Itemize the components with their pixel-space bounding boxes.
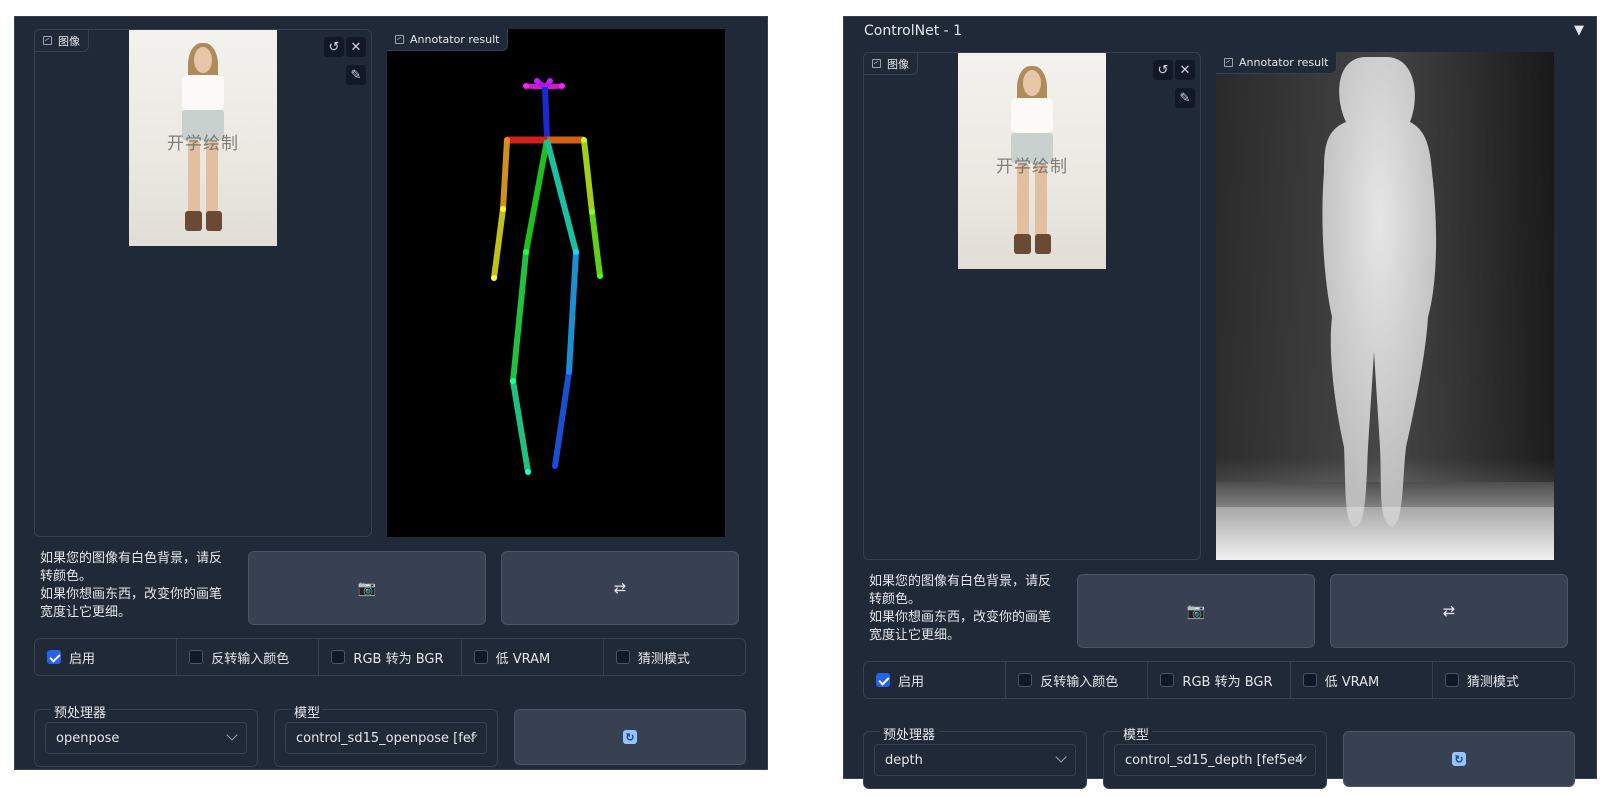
low-vram-checkbox[interactable]: 低 VRAM: [462, 639, 604, 675]
preprocessor-group: 预处理器 openpose: [34, 702, 258, 767]
checkbox-icon[interactable]: [189, 650, 204, 664]
checkbox-icon[interactable]: [1444, 673, 1459, 687]
input-image-canvas[interactable]: 图像 开学绘制 ↺ ✕ ✎: [863, 52, 1201, 560]
model-group: 模型 control_sd15_openpose [fef: [274, 702, 498, 767]
preprocessor-group: 预处理器 depth: [863, 724, 1087, 789]
invert-color-checkbox[interactable]: 反转输入颜色: [177, 639, 320, 675]
input-image-canvas[interactable]: 图像 开学绘制 ↺ ✕ ✎: [34, 29, 372, 537]
uploaded-photo: 开学绘制: [958, 53, 1106, 269]
refresh-models-button[interactable]: ↻: [514, 709, 746, 765]
model-label: 模型: [1120, 724, 1153, 743]
checkbox-icon[interactable]: [1302, 673, 1317, 687]
image-icon: [43, 36, 52, 45]
close-icon[interactable]: ✕: [1175, 60, 1195, 80]
checkbox-icon[interactable]: [473, 650, 488, 664]
refresh-icon: ↻: [1452, 752, 1466, 766]
image-tab-label: 图像: [864, 53, 918, 75]
controlnet-panel-openpose: 图像 开学绘制 ↺ ✕ ✎ Annotator result 如果您的图像有白色…: [14, 16, 768, 770]
photo-watermark: 开学绘制: [996, 157, 1068, 178]
image-label-text: 图像: [887, 57, 909, 71]
chevron-down-icon: [1055, 751, 1067, 763]
swap-dimensions-button[interactable]: ⇄: [501, 551, 739, 625]
close-icon[interactable]: ✕: [346, 37, 366, 57]
image-icon: [872, 59, 881, 68]
depth-silhouette: [1216, 52, 1554, 560]
image-icon: [395, 35, 404, 44]
annotator-result-pose: Annotator result: [387, 29, 725, 537]
preprocessor-select[interactable]: depth: [874, 744, 1076, 776]
checkbox-icon[interactable]: [1160, 673, 1175, 687]
photo-watermark: 开学绘制: [167, 134, 239, 155]
options-row: 启用 反转输入颜色 RGB 转为 BGR 低 VRAM 猜测模式: [34, 638, 746, 676]
preprocessor-select[interactable]: openpose: [45, 722, 247, 754]
image-tab-label: 图像: [35, 30, 89, 52]
refresh-icon: ↻: [623, 730, 637, 744]
result-tab-label: Annotator result: [1216, 52, 1338, 74]
model-group: 模型 control_sd15_depth [fef5e4: [1103, 724, 1327, 789]
checkbox-checked-icon[interactable]: [876, 673, 890, 687]
checkbox-icon[interactable]: [1018, 673, 1033, 687]
model-label: 模型: [291, 702, 324, 721]
result-label-text: Annotator result: [1239, 56, 1329, 69]
hint-text: 如果您的图像有白色背景，请反 转颜色。 如果你想画东西，改变你的画笔 宽度让它更…: [869, 574, 1052, 643]
collapse-icon[interactable]: ▼: [1574, 23, 1584, 38]
camera-button[interactable]: 📷: [1077, 574, 1315, 648]
image-icon: [1224, 58, 1233, 67]
controlnet-panel-depth: ControlNet - 1 ▼ 图像 开学绘制 ↺ ✕ ✎ Annotator…: [843, 16, 1597, 789]
brush-icon[interactable]: ✎: [346, 65, 366, 85]
guess-mode-checkbox[interactable]: 猜测模式: [1433, 662, 1574, 698]
swap-dimensions-button[interactable]: ⇄: [1330, 574, 1568, 648]
annotator-result-depth: Annotator result: [1216, 52, 1554, 560]
undo-icon[interactable]: ↺: [324, 37, 344, 57]
guess-mode-checkbox[interactable]: 猜测模式: [604, 639, 745, 675]
preprocessor-label: 预处理器: [51, 702, 110, 721]
hint-text: 如果您的图像有白色背景，请反 转颜色。 如果你想画东西，改变你的画笔 宽度让它更…: [40, 551, 223, 620]
undo-icon[interactable]: ↺: [1153, 60, 1173, 80]
checkbox-checked-icon[interactable]: [47, 650, 61, 664]
rgb-to-bgr-checkbox[interactable]: RGB 转为 BGR: [1148, 662, 1291, 698]
options-row: 启用 反转输入颜色 RGB 转为 BGR 低 VRAM 猜测模式: [863, 661, 1575, 699]
uploaded-photo: 开学绘制: [129, 30, 277, 246]
checkbox-icon[interactable]: [331, 650, 346, 664]
result-label-text: Annotator result: [410, 33, 500, 46]
rgb-to-bgr-checkbox[interactable]: RGB 转为 BGR: [319, 639, 462, 675]
checkbox-icon[interactable]: [615, 650, 630, 664]
camera-button[interactable]: 📷: [248, 551, 486, 625]
chevron-down-icon: [226, 729, 238, 741]
model-select[interactable]: control_sd15_openpose [fef: [285, 722, 487, 754]
result-tab-label: Annotator result: [387, 29, 509, 51]
enable-checkbox[interactable]: 启用: [864, 662, 1007, 698]
enable-checkbox[interactable]: 启用: [35, 639, 178, 675]
low-vram-checkbox[interactable]: 低 VRAM: [1291, 662, 1433, 698]
preprocessor-label: 预处理器: [880, 724, 939, 743]
brush-icon[interactable]: ✎: [1175, 88, 1195, 108]
accordion-title[interactable]: ControlNet - 1: [864, 23, 962, 39]
refresh-models-button[interactable]: ↻: [1343, 731, 1575, 787]
image-label-text: 图像: [58, 34, 80, 48]
model-select[interactable]: control_sd15_depth [fef5e4: [1114, 744, 1316, 776]
invert-color-checkbox[interactable]: 反转输入颜色: [1006, 662, 1149, 698]
pose-skeleton: [491, 78, 603, 475]
